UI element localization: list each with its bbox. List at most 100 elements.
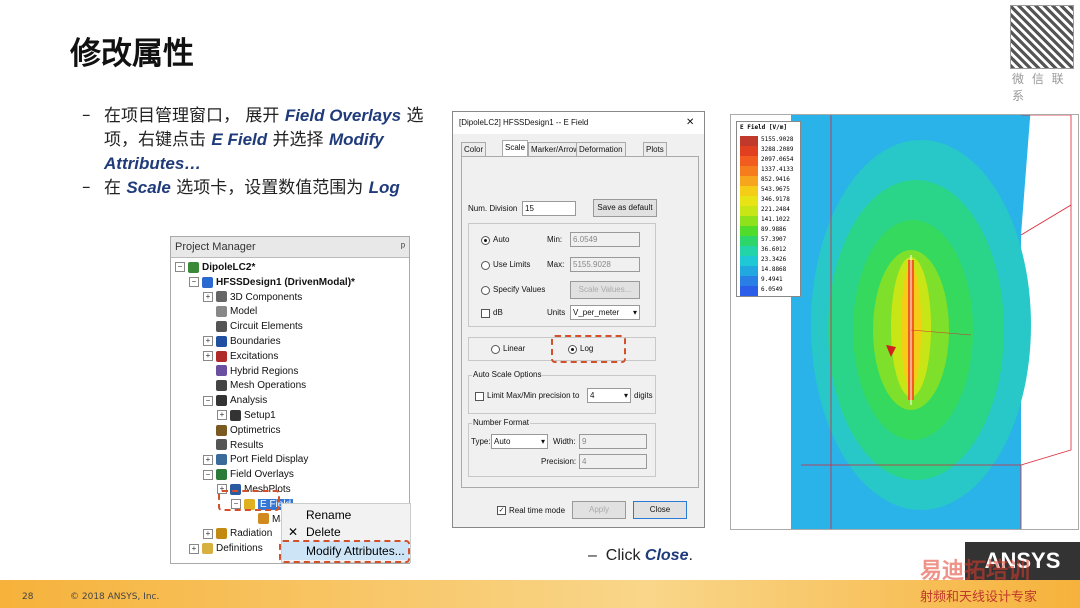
apply-button[interactable]: Apply (572, 501, 626, 519)
legend-value: 852.9416 (761, 176, 790, 183)
watermark-subtitle: 射频和天线设计专家 (920, 590, 1038, 605)
tab-scale[interactable]: Scale (502, 140, 529, 157)
units-select[interactable]: V_per_meter (570, 305, 640, 320)
watermark: 易迪拓培训 (920, 559, 1031, 584)
type-select[interactable]: Auto (491, 434, 548, 449)
bullet-dash: – (82, 105, 91, 125)
context-item-rename[interactable]: Rename (282, 506, 410, 524)
page-number: 28 (22, 592, 34, 602)
tree-item-label: Model (230, 306, 258, 318)
close-note: – Click Close. (588, 547, 693, 565)
expand-toggle-icon[interactable]: + (203, 351, 213, 362)
close-icon[interactable]: ✕ (686, 112, 694, 134)
expand-toggle-icon[interactable]: + (203, 291, 213, 302)
highlight-log (551, 335, 626, 363)
legend-swatch (740, 156, 758, 166)
tree-item-label: Radiation (230, 528, 273, 540)
tree-item[interactable]: − Analysis (203, 394, 267, 408)
tree-item[interactable]: Optimetrics (203, 424, 281, 438)
mag-icon (258, 513, 269, 525)
linear-radio[interactable] (491, 345, 500, 354)
db-checkbox[interactable] (481, 309, 490, 318)
use-limits-label: Use Limits (493, 260, 531, 269)
tab-marker-arrow[interactable]: Marker/Arrow (528, 142, 583, 157)
close-note-suffix: . (688, 547, 693, 564)
legend-swatch (740, 246, 758, 256)
definitions-icon (202, 543, 213, 555)
context-item-delete[interactable]: ✕ Delete (282, 523, 410, 541)
legend-swatch (740, 266, 758, 276)
type-label: Type: (471, 437, 491, 446)
specify-values-radio[interactable] (481, 286, 490, 295)
setup-icon (230, 409, 241, 421)
tree-item[interactable]: + Excitations (203, 350, 278, 364)
tree-item[interactable]: + Definitions (189, 542, 263, 556)
specify-values-label: Specify Values (493, 285, 546, 294)
tree-item[interactable]: +3D Components (203, 291, 302, 305)
expand-toggle-icon[interactable]: − (203, 395, 213, 406)
tree-item-label: Setup1 (244, 410, 276, 421)
tree-item[interactable]: − DipoleLC2* (175, 261, 255, 275)
expand-toggle-icon[interactable]: + (203, 336, 213, 347)
tree-item-label: HFSSDesign1 (DrivenModal)* (216, 276, 355, 288)
tree-item-label: Hybrid Regions (230, 365, 299, 377)
tab-deformation-scale[interactable]: Deformation Scale (576, 142, 626, 167)
legend-swatch (740, 236, 758, 246)
num-division-input[interactable]: 15 (522, 201, 576, 216)
tree-item[interactable]: Results (203, 439, 263, 453)
expand-toggle-icon[interactable]: − (175, 262, 185, 273)
max-input[interactable]: 5155.9028 (570, 257, 640, 272)
expand-toggle-icon[interactable]: + (203, 454, 213, 465)
expand-toggle-icon[interactable]: + (203, 528, 213, 539)
legend-swatch (740, 136, 758, 146)
tab-color-map[interactable]: Color map (461, 142, 487, 167)
qr-label: 微 信 联 系 (1012, 72, 1066, 103)
close-button[interactable]: Close (633, 501, 687, 519)
realtime-checkbox[interactable]: ✓ (497, 506, 506, 515)
tab-plots[interactable]: Plots (643, 142, 667, 157)
legend-value: 6.0549 (761, 286, 783, 293)
expand-toggle-icon[interactable]: − (189, 277, 199, 288)
scale-values-button[interactable]: Scale Values... (570, 281, 640, 299)
expand-toggle-icon[interactable]: + (189, 543, 199, 554)
tree-item[interactable]: − Field Overlays (203, 468, 294, 482)
expand-toggle-icon[interactable]: + (217, 410, 227, 421)
linear-label: Linear (503, 344, 526, 353)
tree-item[interactable]: Model (203, 305, 257, 319)
legend-value: 23.3426 (761, 256, 787, 263)
bullet-emph: E Field (211, 130, 268, 149)
precision-input[interactable]: 4 (579, 454, 647, 469)
slide-title: 修改属性 (70, 36, 194, 72)
min-input[interactable]: 6.0549 (570, 232, 640, 247)
tree-item[interactable]: + Setup1 (217, 409, 276, 423)
width-input[interactable]: 9 (579, 434, 647, 449)
bullet-dash: – (82, 177, 91, 197)
tree-item[interactable]: + Port Field Display (203, 453, 308, 467)
excitations-icon (216, 350, 227, 362)
legend-swatch (740, 166, 758, 176)
tree-item-label: Results (230, 439, 264, 451)
use-limits-radio[interactable] (481, 261, 490, 270)
expand-toggle-icon[interactable]: − (203, 469, 213, 480)
tree-item[interactable]: + Boundaries (203, 335, 281, 349)
tree-item[interactable]: Hybrid Regions (203, 365, 298, 379)
legend-value: 5155.9028 (761, 136, 794, 143)
limit-precision-select[interactable]: 4 (587, 388, 631, 403)
limit-precision-checkbox[interactable] (475, 392, 484, 401)
pin-icon[interactable]: ᵖ (401, 237, 405, 257)
bullet-emph: Field Overlays (284, 106, 402, 125)
legend-swatch (740, 286, 758, 296)
efield-plot: E Field [V/m] 5155.9028 3288.2089 2097.065… (730, 114, 1079, 530)
copyright: © 2018 ANSYS, Inc. (70, 592, 160, 602)
auto-radio[interactable] (481, 236, 490, 245)
precision-label: Precision: (541, 457, 577, 466)
save-default-button[interactable]: Save as default (593, 199, 657, 217)
tree-item[interactable]: + Radiation (203, 527, 272, 541)
legend-swatch (740, 276, 758, 286)
legend-swatch (740, 186, 758, 196)
legend-value: 36.6012 (761, 246, 787, 253)
tree-item[interactable]: − HFSSDesign1 (DrivenModal)* (189, 276, 355, 290)
tree-item[interactable]: Mesh Operations (203, 379, 306, 393)
boundaries-icon (216, 335, 227, 347)
tree-item[interactable]: Circuit Elements (203, 320, 303, 334)
